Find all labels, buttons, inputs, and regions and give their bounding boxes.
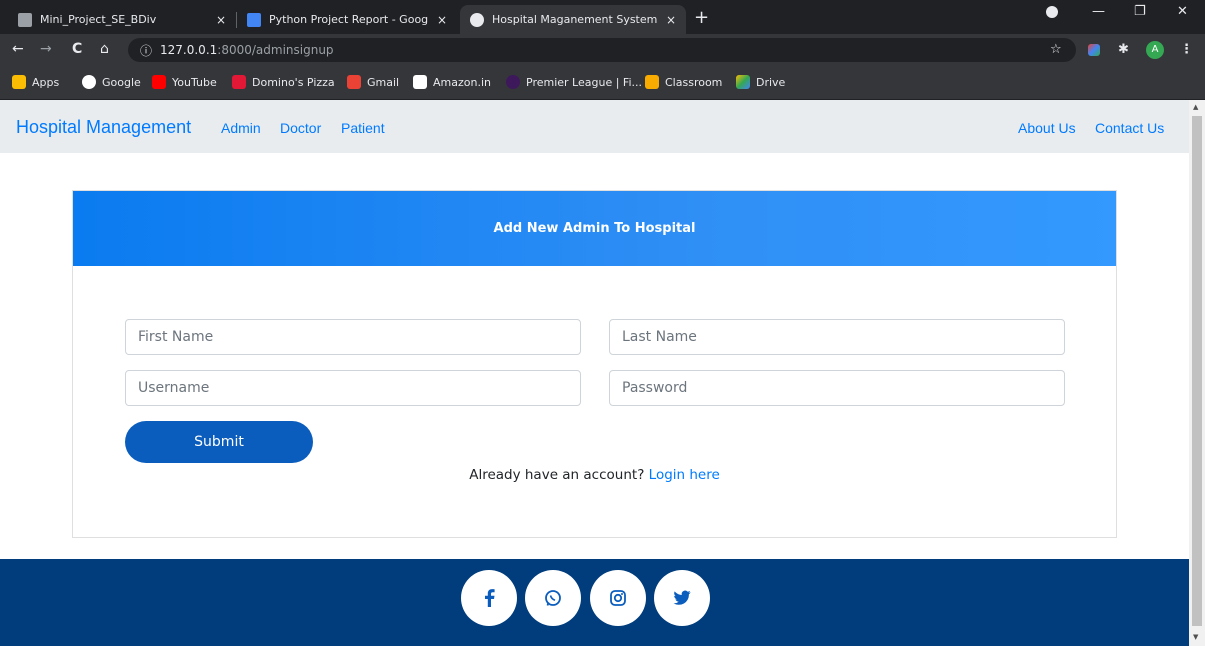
bookmark-label: Amazon.in: [433, 75, 491, 89]
bookmark-label: Domino's Pizza: [252, 75, 335, 89]
form-title: Add New Admin To Hospital: [493, 221, 696, 236]
url-host: 127.0.0.1: [160, 43, 218, 57]
nav-link-doctor[interactable]: Doctor: [280, 120, 321, 136]
browser-toolbar: ← → C ⌂ ⓘ 127.0.0.1 :8000/adminsignup ☆ …: [0, 34, 1205, 66]
youtube-icon: [152, 75, 166, 89]
bookmark-apps[interactable]: Apps: [12, 75, 59, 89]
twitter-button[interactable]: [654, 570, 710, 626]
bookmark-dominos[interactable]: Domino's Pizza: [232, 75, 335, 89]
bookmark-premier-league[interactable]: Premier League | Fi...: [506, 75, 642, 89]
facebook-button[interactable]: [461, 570, 517, 626]
home-button[interactable]: ⌂: [100, 41, 109, 57]
reload-button[interactable]: C: [72, 41, 82, 57]
tab-title: Mini_Project_SE_BDiv: [40, 13, 157, 26]
bookmark-label: Classroom: [665, 75, 723, 89]
slides-icon: [18, 12, 32, 27]
forward-button[interactable]: →: [40, 41, 52, 57]
close-icon[interactable]: ×: [666, 13, 676, 27]
new-tab-button[interactable]: +: [694, 7, 709, 28]
bookmark-youtube[interactable]: YouTube: [152, 75, 217, 89]
window-close-button[interactable]: ✕: [1177, 4, 1188, 19]
submit-button[interactable]: Submit: [125, 421, 313, 463]
scroll-down-arrow-icon[interactable]: ▼: [1193, 633, 1198, 641]
page-viewport: Hospital Management Admin Doctor Patient…: [0, 100, 1189, 646]
login-link[interactable]: Login here: [649, 467, 720, 483]
bookmark-label: Apps: [32, 75, 60, 89]
bookmark-gmail[interactable]: Gmail: [347, 75, 399, 89]
bookmark-amazon[interactable]: Amazon.in: [413, 75, 491, 89]
docs-icon: [247, 12, 261, 27]
bookmark-classroom[interactable]: Classroom: [645, 75, 722, 89]
amazon-icon: [413, 75, 427, 89]
address-bar[interactable]: ⓘ 127.0.0.1 :8000/adminsignup: [128, 38, 1076, 62]
brand-link[interactable]: Hospital Management: [16, 117, 191, 138]
extensions-icon[interactable]: ✱: [1118, 42, 1129, 57]
tab-title: Python Project Report - Google D: [269, 13, 429, 26]
gmail-icon: [347, 75, 361, 89]
scroll-up-arrow-icon[interactable]: ▲: [1193, 103, 1198, 111]
last-name-field[interactable]: [609, 319, 1065, 355]
login-prompt: Already have an account? Login here: [73, 467, 1116, 483]
menu-icon[interactable]: ⋮: [1180, 42, 1193, 57]
page-scrollbar[interactable]: ▲ ▼: [1189, 100, 1205, 646]
minimize-button[interactable]: —: [1092, 4, 1105, 19]
whatsapp-icon: [545, 590, 561, 606]
url-path: :8000/adminsignup: [217, 43, 334, 57]
tab-title: Hospital Maganement System: [492, 13, 658, 26]
bookmark-label: Google: [102, 75, 141, 89]
media-control-icon[interactable]: [1046, 6, 1058, 18]
bookmark-label: YouTube: [172, 75, 217, 89]
tab-mini-project[interactable]: Mini_Project_SE_BDiv ×: [8, 5, 236, 34]
profile-avatar[interactable]: A: [1146, 41, 1164, 59]
bookmark-label: Gmail: [367, 75, 400, 89]
admin-signup-card: Add New Admin To Hospital Submit Already…: [72, 190, 1117, 538]
dominos-icon: [232, 75, 246, 89]
first-name-field[interactable]: [125, 319, 581, 355]
login-prompt-text: Already have an account?: [469, 467, 645, 483]
scrollbar-thumb[interactable]: [1192, 116, 1202, 626]
tab-hospital-system[interactable]: Hospital Maganement System ×: [460, 5, 686, 34]
globe-icon: [470, 12, 484, 27]
instagram-button[interactable]: [590, 570, 646, 626]
browser-tabstrip: Mini_Project_SE_BDiv × Python Project Re…: [0, 0, 1205, 34]
close-icon[interactable]: ×: [216, 13, 226, 27]
nav-link-about-us[interactable]: About Us: [1018, 120, 1076, 136]
bookmark-google[interactable]: Google: [82, 75, 141, 89]
card-header: Add New Admin To Hospital: [73, 191, 1116, 266]
nav-link-patient[interactable]: Patient: [341, 120, 385, 136]
site-navbar: Hospital Management Admin Doctor Patient…: [0, 100, 1189, 153]
instagram-icon: [610, 590, 626, 606]
google-icon: [82, 75, 96, 89]
drive-icon: [736, 75, 750, 89]
classroom-icon: [645, 75, 659, 89]
site-footer: [0, 559, 1189, 646]
facebook-icon: [485, 589, 495, 607]
maximize-button[interactable]: ❐: [1134, 4, 1146, 19]
bookmarks-bar: Apps Google YouTube Domino's Pizza Gmail…: [0, 66, 1205, 100]
bookmark-label: Premier League | Fi...: [526, 75, 642, 89]
close-icon[interactable]: ×: [437, 13, 447, 27]
password-field[interactable]: [609, 370, 1065, 406]
whatsapp-button[interactable]: [525, 570, 581, 626]
color-extension-icon[interactable]: [1088, 44, 1100, 56]
nav-link-contact-us[interactable]: Contact Us: [1095, 120, 1164, 136]
site-info-icon[interactable]: ⓘ: [140, 42, 152, 59]
tab-python-report[interactable]: Python Project Report - Google D ×: [237, 5, 457, 34]
nav-link-admin[interactable]: Admin: [221, 120, 261, 136]
twitter-icon: [673, 590, 691, 605]
apps-grid-icon: [12, 75, 26, 89]
bookmark-drive[interactable]: Drive: [736, 75, 785, 89]
bookmark-star-icon[interactable]: ☆: [1050, 42, 1062, 57]
back-button[interactable]: ←: [12, 41, 24, 57]
premier-league-icon: [506, 75, 520, 89]
bookmark-label: Drive: [756, 75, 786, 89]
username-field[interactable]: [125, 370, 581, 406]
